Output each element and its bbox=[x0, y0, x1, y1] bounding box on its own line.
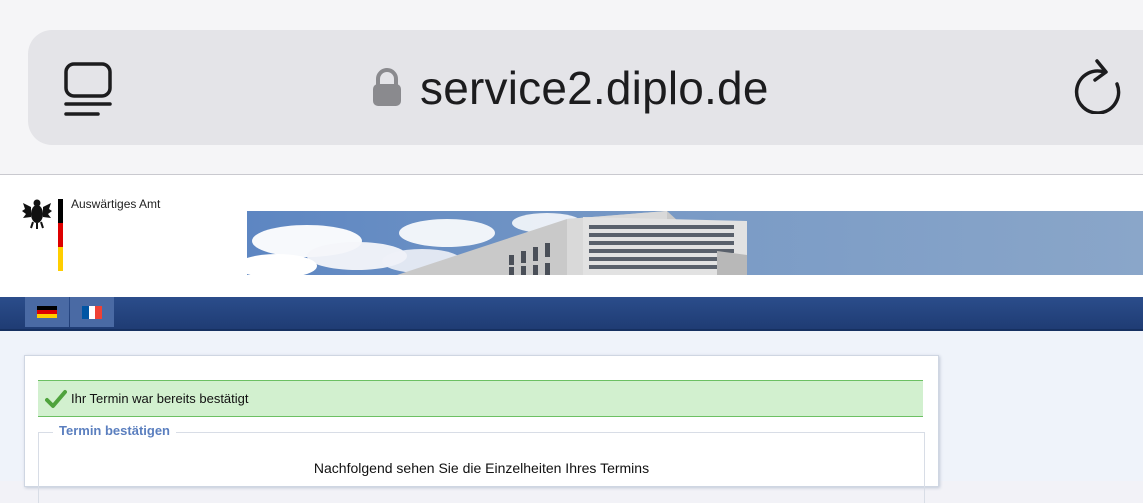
url-text: service2.diplo.de bbox=[420, 62, 769, 114]
success-text: Ihr Termin war bereits bestätigt bbox=[71, 391, 249, 406]
language-nav bbox=[0, 297, 1143, 331]
appointment-panel: Ihr Termin war bereits bestätigt Termin … bbox=[24, 355, 939, 503]
reload-icon[interactable] bbox=[1073, 58, 1123, 114]
federal-eagle-icon bbox=[22, 199, 52, 229]
web-page: Auswärtiges Amt Ihr Termin war bereits b… bbox=[0, 175, 1143, 503]
german-flag-stripe bbox=[58, 199, 63, 271]
confirm-appointment-section: Termin bestätigen Nachfolgend sehen Sie … bbox=[38, 423, 925, 503]
header-banner-image bbox=[247, 211, 1143, 275]
browser-toolbar: service2.diplo.de bbox=[0, 0, 1143, 175]
tabs-icon[interactable] bbox=[64, 62, 112, 118]
success-message: Ihr Termin war bereits bestätigt bbox=[38, 380, 923, 417]
language-button-de[interactable] bbox=[25, 297, 69, 327]
details-intro-text: Nachfolgend sehen Sie die Einzelheiten I… bbox=[313, 460, 650, 476]
flag-france-icon bbox=[82, 305, 103, 319]
logo-text: Auswärtiges Amt bbox=[71, 197, 161, 211]
checkmark-icon bbox=[45, 389, 67, 408]
url-display[interactable]: service2.diplo.de bbox=[370, 56, 769, 120]
lock-icon bbox=[373, 68, 401, 106]
flag-germany-icon bbox=[37, 305, 57, 319]
language-button-fr[interactable] bbox=[70, 297, 114, 327]
section-legend: Termin bestätigen bbox=[53, 423, 177, 438]
